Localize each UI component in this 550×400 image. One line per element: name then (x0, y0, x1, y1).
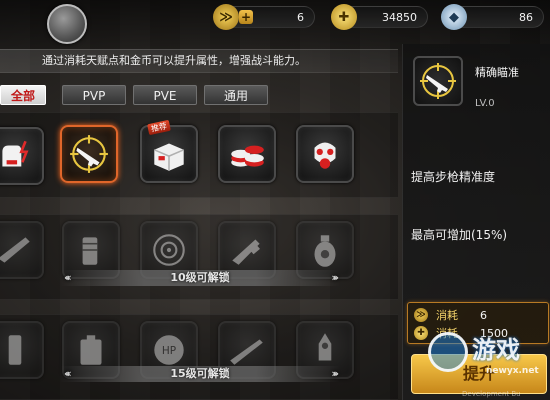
top-bar: ≫ + 6 ✚ 34850 ◆ 86 (0, 0, 550, 44)
chevron-left-icon: ‹‹‹ (64, 367, 71, 380)
shotgun-icon (232, 239, 260, 265)
battery-icon (80, 335, 102, 365)
biohazard-grenade-icon (314, 235, 336, 267)
diamond-icon: ◆ (441, 4, 467, 30)
rifle-icon (0, 237, 30, 263)
tab-pve[interactable]: PVE (133, 85, 197, 105)
talent-slot-supply[interactable]: 推荐 (140, 119, 198, 183)
talent-slot-precise-aim[interactable] (60, 125, 118, 183)
watermark-site: newyx.net (486, 366, 539, 376)
gloves-lightning-icon (2, 140, 29, 167)
add-rank-points-button[interactable]: + (239, 10, 253, 24)
tier-3-unlock-text: 15级可解锁 (170, 367, 230, 380)
tier-2-unlock-label: ‹‹‹ 10级可解锁 ››› (60, 270, 340, 286)
talent-slot-coins[interactable] (218, 125, 276, 183)
tab-all[interactable]: 全部 (0, 85, 46, 105)
talent-tier-2 (0, 214, 398, 300)
rank-chevron-icon: ≫ (414, 308, 428, 322)
cost-label: 消耗 (436, 309, 458, 322)
gold-counter: ✚ 34850 (331, 4, 428, 30)
svg-text:HP: HP (162, 345, 176, 357)
talent-level: LV.0 (475, 98, 495, 109)
talent-list-panel: 通过消耗天赋点和金币可以提升属性，增强战斗能力。 全部 PVP PVE 通用 推… (0, 44, 398, 400)
crosshair-rifle-icon (420, 63, 456, 99)
sniper-rifle-icon (230, 339, 263, 365)
rank-chevron-icon: ≫ (213, 4, 239, 30)
talent-tier-3: HP (0, 314, 398, 400)
tab-pvp[interactable]: PVP (62, 85, 126, 105)
detail-talent-icon (413, 56, 463, 106)
rank-points-value: 6 (297, 10, 304, 24)
site-watermark: 游戏 newyx.net (428, 322, 550, 400)
gas-mask-icon (314, 142, 336, 169)
supply-box-icon (153, 143, 185, 171)
talent-max-bonus: 最高可增加(15%) (411, 228, 508, 242)
chevron-right-icon: ››› (331, 367, 338, 380)
watermark-logo-icon (428, 332, 468, 372)
target-icon (153, 234, 185, 266)
chevron-left-icon: ‹‹‹ (64, 271, 71, 284)
ammo-clip-icon (8, 335, 22, 365)
talent-cost-value: 6 (480, 308, 487, 322)
gold-coin-icon: ✚ (414, 326, 428, 340)
tab-common[interactable]: 通用 (204, 85, 268, 105)
hp-medkit-icon: HP (154, 335, 184, 365)
rank-points-counter: ≫ + 6 (213, 4, 315, 30)
rocket-icon (318, 333, 332, 361)
development-build-label: Development Bu (462, 390, 521, 398)
tier-2-unlock-text: 10级可解锁 (170, 271, 230, 284)
watermark-text: 游戏 (472, 336, 520, 364)
avatar[interactable] (47, 4, 87, 44)
diamond-counter: ◆ 86 (441, 4, 544, 30)
talent-slot-gloves[interactable] (0, 127, 44, 185)
crosshair-rifle-icon (70, 135, 108, 173)
gold-value: 34850 (382, 10, 417, 24)
tier-3-unlock-label: ‹‹‹ 15级可解锁 ››› (60, 366, 340, 382)
chevron-right-icon: ››› (331, 271, 338, 284)
panel-description: 通过消耗天赋点和金币可以提升属性，增强战斗能力。 (0, 49, 398, 73)
diamond-value: 86 (519, 10, 533, 24)
talent-slot-gas-mask[interactable] (296, 125, 354, 183)
talent-tier-1: 推荐 (0, 112, 398, 198)
coin-stack-icon (231, 145, 264, 167)
gold-coin-icon: ✚ (331, 4, 357, 30)
talent-name: 精确瞄准 (475, 66, 519, 79)
talent-slot-rifle[interactable] (0, 221, 44, 279)
talent-description: 提高步枪精准度 (411, 170, 496, 184)
ammo-magazine-icon (82, 237, 98, 265)
talent-slot-ammo-clip[interactable] (0, 321, 44, 379)
